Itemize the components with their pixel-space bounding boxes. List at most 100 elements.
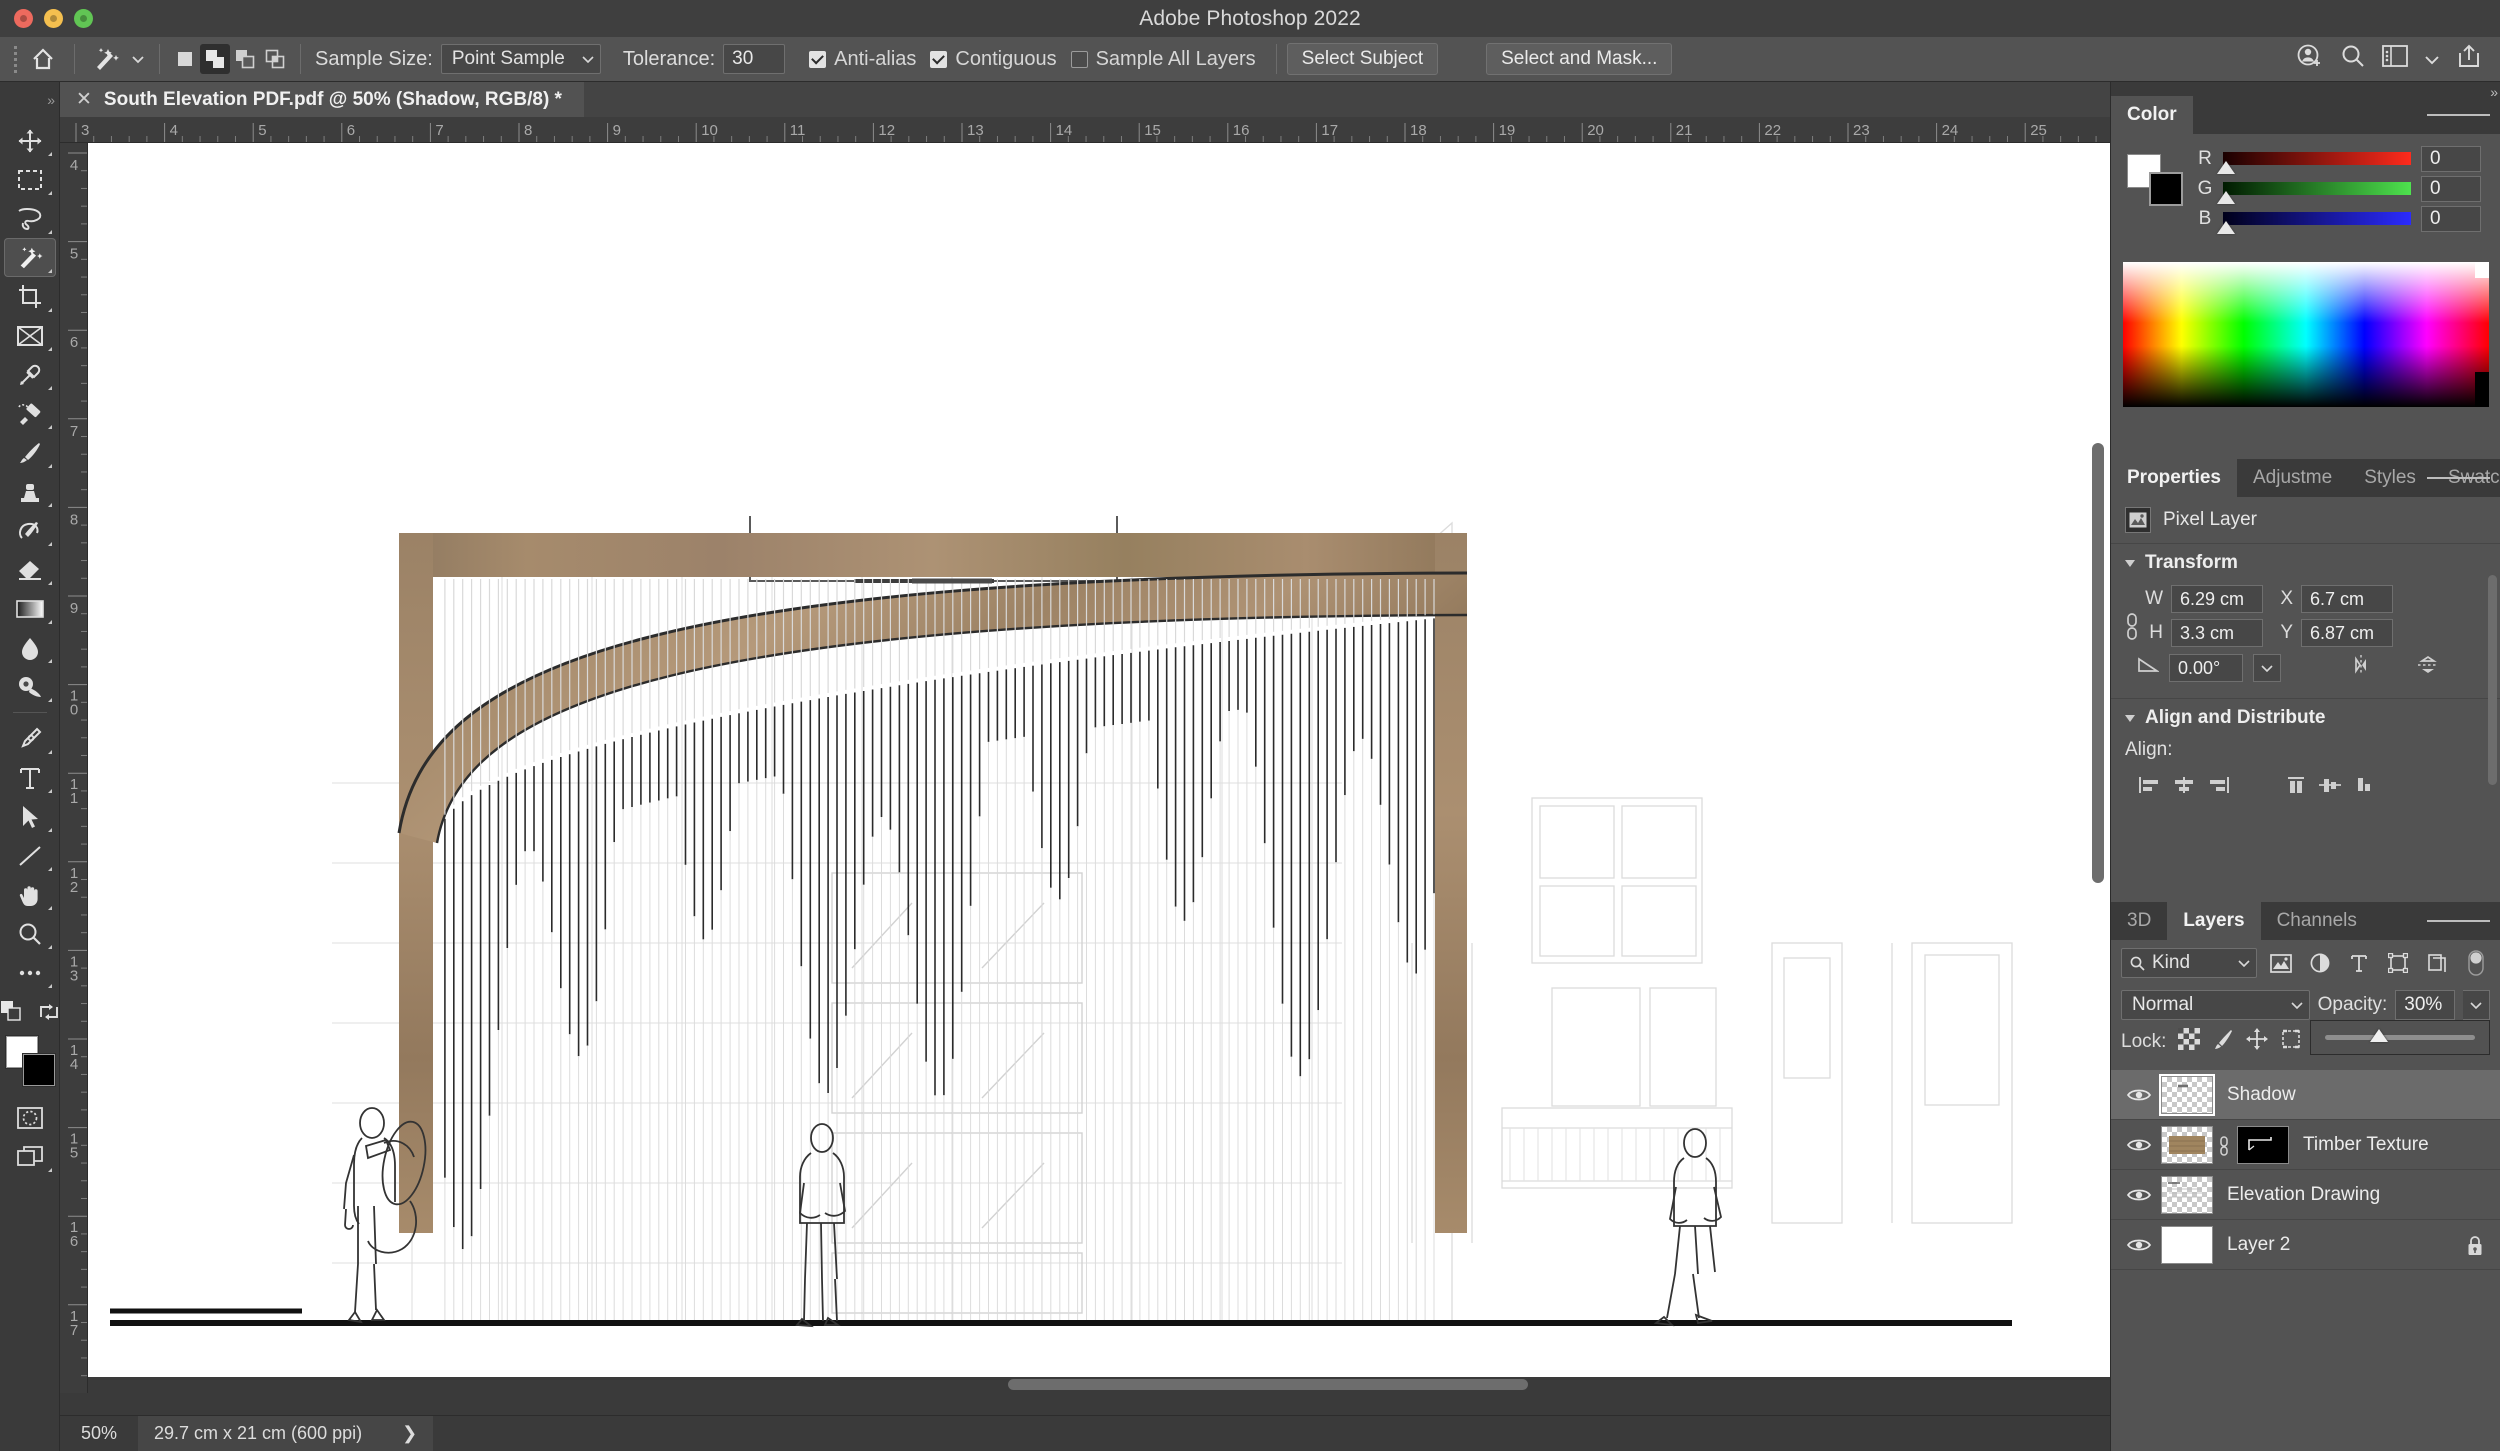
pen-tool[interactable] (4, 719, 56, 758)
export-icon[interactable] (2456, 43, 2482, 75)
gradient-tool[interactable] (4, 589, 56, 628)
chevron-right-icon[interactable]: ❯ (402, 1423, 417, 1444)
screen-mode-icon[interactable] (4, 1137, 56, 1176)
layer-filter-kind-select[interactable]: Kind (2121, 948, 2257, 978)
green-value-input[interactable]: 0 (2421, 175, 2481, 202)
tab-channels[interactable]: Channels (2260, 902, 2373, 940)
w-input[interactable]: 6.29 cm (2171, 585, 2263, 613)
layer-name[interactable]: Layer 2 (2227, 1234, 2290, 1256)
filter-smart-object-icon[interactable] (2422, 948, 2451, 978)
green-slider-thumb[interactable] (2217, 191, 2235, 204)
opacity-slider-popup[interactable] (2310, 1020, 2490, 1055)
color-panel-swatches[interactable] (2127, 154, 2183, 206)
angle-dropdown-chevron-icon[interactable] (2253, 654, 2281, 682)
canvas-horizontal-scrollbar-thumb[interactable] (1008, 1379, 1528, 1390)
rectangular-marquee-tool[interactable] (4, 160, 56, 199)
green-slider-track[interactable] (2217, 182, 2411, 204)
magic-wand-tool[interactable] (3, 238, 56, 277)
share-user-icon[interactable] (2296, 42, 2324, 76)
transform-section-header[interactable]: Transform (2111, 544, 2500, 582)
background-color-swatch[interactable] (22, 1054, 55, 1086)
options-bar-grip[interactable] (8, 44, 22, 74)
layer-visibility-toggle[interactable] (2117, 1087, 2161, 1103)
zoom-tool[interactable] (4, 914, 56, 953)
layer-thumbnail[interactable] (2161, 1175, 2213, 1214)
color-slider-g[interactable]: G 0 (2197, 175, 2488, 204)
layer-visibility-toggle[interactable] (2117, 1237, 2161, 1253)
type-tool[interactable] (4, 758, 56, 797)
dodge-tool[interactable] (4, 667, 56, 706)
clone-stamp-tool[interactable] (4, 472, 56, 511)
tab-3d[interactable]: 3D (2111, 902, 2168, 940)
frame-tool[interactable] (4, 316, 56, 355)
selection-mode-new[interactable] (170, 44, 200, 74)
search-icon[interactable] (2340, 43, 2366, 75)
layer-name[interactable]: Shadow (2227, 1084, 2296, 1106)
x-input[interactable]: 6.7 cm (2301, 585, 2393, 613)
ellipsis-icon[interactable] (4, 953, 56, 992)
path-selection-tool[interactable] (4, 797, 56, 836)
history-brush-tool[interactable] (4, 511, 56, 550)
layer-name[interactable]: Elevation Drawing (2227, 1184, 2380, 1206)
tab-layers[interactable]: Layers (2167, 902, 2261, 940)
move-tool[interactable] (4, 121, 56, 160)
close-icon[interactable]: ✕ (76, 88, 92, 111)
minimize-window-button[interactable] (44, 9, 63, 28)
opacity-slider-thumb[interactable] (2370, 1029, 2388, 1042)
default-colors-icon[interactable] (0, 1000, 24, 1030)
selection-mode-intersect[interactable] (260, 44, 290, 74)
align-right-icon[interactable] (2201, 771, 2235, 799)
line-shape-tool[interactable] (4, 836, 56, 875)
magic-wand-icon[interactable] (85, 40, 127, 78)
layer-row-timber-texture[interactable]: Timber Texture (2111, 1120, 2500, 1170)
layer-thumbnail[interactable] (2161, 1075, 2213, 1114)
tab-styles[interactable]: Styles (2348, 459, 2432, 497)
tab-color[interactable]: Color (2111, 96, 2193, 134)
eraser-tool[interactable] (4, 550, 56, 589)
blend-mode-select[interactable]: Normal (2121, 990, 2310, 1020)
align-distribute-section-header[interactable]: Align and Distribute (2111, 699, 2500, 737)
zoom-level[interactable]: 50% (60, 1423, 138, 1444)
tolerance-input[interactable]: 30 (723, 44, 786, 74)
link-ratio-icon[interactable] (2123, 610, 2141, 646)
align-bottom-icon[interactable] (2347, 771, 2381, 799)
workspace-icon[interactable] (2382, 45, 2408, 73)
selection-mode-add[interactable] (200, 44, 230, 74)
selection-mode-subtract[interactable] (230, 44, 260, 74)
vertical-ruler[interactable]: 4567891011121314151617 (60, 143, 88, 1393)
layer-row-shadow[interactable]: Shadow (2111, 1070, 2500, 1120)
panel-menu-icon[interactable] (2427, 96, 2490, 134)
lasso-tool[interactable] (4, 199, 56, 238)
color-spectrum[interactable] (2123, 262, 2489, 407)
layer-visibility-toggle[interactable] (2117, 1137, 2161, 1153)
anti-alias-checkbox[interactable]: Anti-alias (809, 48, 916, 71)
layer-thumbnail[interactable] (2161, 1125, 2213, 1164)
tab-properties[interactable]: Properties (2111, 459, 2237, 497)
color-swatches[interactable] (4, 1034, 56, 1092)
tool-preset-chevron-icon[interactable] (127, 40, 149, 78)
color-background-swatch[interactable] (2149, 172, 2183, 206)
flip-vertical-icon[interactable] (2415, 653, 2441, 683)
layer-mask-thumbnail[interactable] (2237, 1125, 2289, 1164)
mask-link-icon[interactable] (2213, 1134, 2235, 1156)
angle-input[interactable]: 0.00° (2169, 654, 2243, 682)
brush-tool[interactable] (4, 433, 56, 472)
hand-tool[interactable] (4, 875, 56, 914)
document-canvas[interactable] (88, 143, 2110, 1393)
home-icon[interactable] (22, 40, 64, 78)
align-center-horizontal-icon[interactable] (2167, 771, 2201, 799)
red-slider-track[interactable] (2217, 152, 2411, 174)
blue-value-input[interactable]: 0 (2421, 205, 2481, 232)
opacity-value-input[interactable]: 30% (2395, 990, 2456, 1020)
panel-menu-icon[interactable] (2427, 902, 2490, 940)
layer-visibility-toggle[interactable] (2117, 1187, 2161, 1203)
filter-type-icon[interactable] (2344, 948, 2373, 978)
select-subject-button[interactable]: Select Subject (1286, 43, 1439, 75)
opacity-slider-track[interactable] (2325, 1029, 2475, 1042)
flip-horizontal-icon[interactable] (2347, 654, 2375, 682)
swap-colors-icon[interactable] (38, 1001, 60, 1029)
filter-pixel-icon[interactable] (2267, 948, 2296, 978)
blue-slider-track[interactable] (2217, 212, 2411, 234)
anti-alias-check-box[interactable] (809, 50, 827, 68)
sample-all-layers-check-box[interactable] (1070, 50, 1088, 68)
